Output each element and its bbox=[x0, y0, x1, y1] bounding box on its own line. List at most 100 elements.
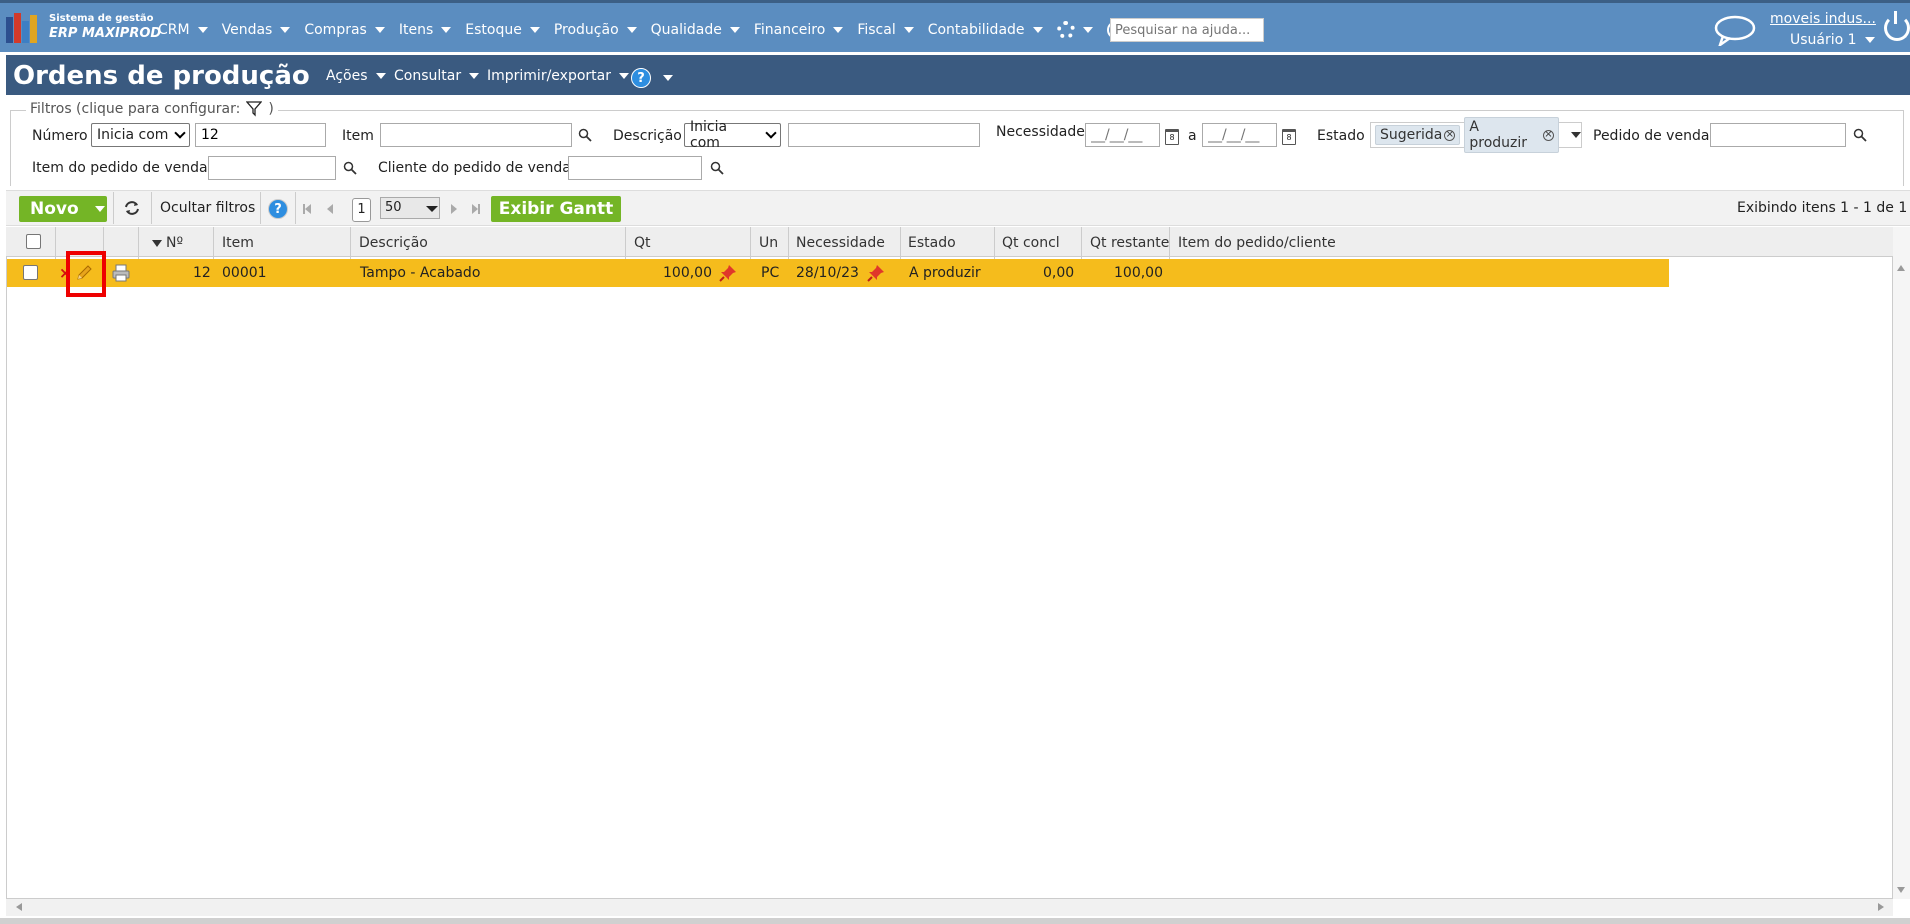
caret-down-icon bbox=[833, 27, 844, 33]
scroll-up-icon[interactable] bbox=[1897, 265, 1905, 271]
scroll-down-icon[interactable] bbox=[1897, 887, 1905, 893]
help-search-input[interactable] bbox=[1110, 18, 1264, 42]
remove-tag-icon[interactable]: × bbox=[1543, 129, 1554, 141]
nav-contabilidade[interactable]: Contabilidade bbox=[928, 22, 1043, 38]
nav-producao[interactable]: Produção bbox=[554, 22, 637, 38]
col-item-pedido-cliente[interactable]: Item do pedido/cliente bbox=[1178, 235, 1336, 251]
sort-desc-icon bbox=[152, 240, 162, 247]
descricao-mode-select[interactable]: Inicia com bbox=[684, 119, 781, 151]
col-qt-concl[interactable]: Qt concl bbox=[1002, 235, 1060, 251]
nav-label: Compras bbox=[304, 22, 367, 38]
novo-button[interactable]: Novo bbox=[19, 196, 107, 222]
necessidade-to-input[interactable] bbox=[1202, 123, 1277, 147]
top-nav-bar: Sistema de gestão ERP MAXIPROD CRM Venda… bbox=[0, 0, 1910, 52]
power-icon[interactable] bbox=[1884, 11, 1910, 41]
funnel-icon[interactable] bbox=[246, 101, 263, 117]
search-icon[interactable] bbox=[710, 161, 724, 175]
prev-page-icon[interactable] bbox=[327, 204, 333, 214]
col-numero[interactable]: Nº bbox=[166, 235, 183, 251]
pin-icon[interactable] bbox=[719, 264, 737, 282]
horizontal-scrollbar[interactable] bbox=[6, 899, 1893, 916]
brand-subtitle: Sistema de gestão bbox=[49, 13, 154, 24]
filters-legend[interactable]: Filtros (clique para configurar: ) bbox=[26, 101, 278, 117]
table-row[interactable]: × 12 00001 Tampo - Acabado 100,00 PC 28/… bbox=[7, 259, 1669, 287]
calendar-icon[interactable]: 8 bbox=[1282, 129, 1296, 145]
col-qt-restante[interactable]: Qt restante bbox=[1090, 235, 1169, 251]
page-number-input[interactable]: 1 bbox=[352, 198, 371, 222]
item-pedido-input[interactable] bbox=[208, 156, 336, 180]
col-qt[interactable]: Qt bbox=[634, 235, 651, 251]
caret-down-icon bbox=[375, 73, 386, 79]
nav-estoque[interactable]: Estoque bbox=[465, 22, 540, 38]
imprimir-exportar-menu[interactable]: Imprimir/exportar bbox=[487, 68, 629, 84]
user-menu[interactable]: Usuário 1 bbox=[1790, 32, 1875, 48]
row-checkbox[interactable] bbox=[23, 265, 38, 280]
select-value: Inicia com bbox=[97, 127, 169, 143]
caret-down-icon[interactable] bbox=[1571, 132, 1581, 138]
estado-tag[interactable]: A produzir × bbox=[1464, 117, 1559, 153]
search-icon[interactable] bbox=[343, 161, 357, 175]
select-all-checkbox[interactable] bbox=[26, 234, 41, 249]
calendar-icon[interactable]: 8 bbox=[1165, 129, 1179, 145]
first-page-icon[interactable] bbox=[305, 204, 311, 214]
search-icon[interactable] bbox=[1853, 128, 1867, 142]
nav-itens[interactable]: Itens bbox=[398, 22, 452, 38]
company-link[interactable]: moveis indus... bbox=[1770, 11, 1876, 27]
nav-financeiro[interactable]: Financeiro bbox=[754, 22, 844, 38]
scroll-right-icon[interactable] bbox=[1878, 903, 1884, 911]
caret-down-icon bbox=[626, 27, 637, 33]
numero-input[interactable] bbox=[195, 123, 326, 147]
col-item[interactable]: Item bbox=[222, 235, 254, 251]
cell-qt: 100,00 bbox=[663, 265, 712, 281]
settings-menu[interactable] bbox=[1056, 21, 1093, 39]
estado-multiselect[interactable]: Sugerida × A produzir × bbox=[1370, 117, 1582, 153]
nav-crm[interactable]: CRM bbox=[158, 22, 208, 38]
consultar-menu[interactable]: Consultar bbox=[394, 68, 480, 84]
col-un[interactable]: Un bbox=[759, 235, 778, 251]
necessidade-from-input[interactable] bbox=[1085, 123, 1160, 147]
caret-down-icon bbox=[197, 27, 208, 33]
ocultar-filtros-button[interactable]: Ocultar filtros bbox=[160, 200, 255, 216]
pedido-venda-input[interactable] bbox=[1710, 123, 1846, 147]
caret-down-icon bbox=[469, 73, 480, 79]
search-icon[interactable] bbox=[578, 128, 592, 142]
caret-down-icon bbox=[1032, 27, 1043, 33]
erp-logo-icon[interactable] bbox=[6, 13, 42, 43]
refresh-icon[interactable] bbox=[123, 200, 141, 216]
button-label: Novo bbox=[30, 199, 79, 219]
col-descricao[interactable]: Descrição bbox=[359, 235, 428, 251]
menu-label: Ações bbox=[326, 68, 368, 84]
vertical-scrollbar[interactable] bbox=[1893, 227, 1910, 899]
cell-necessidade: 28/10/23 bbox=[796, 265, 859, 281]
nav-compras[interactable]: Compras bbox=[304, 22, 385, 38]
caret-down-icon[interactable] bbox=[94, 206, 105, 212]
col-necessidade[interactable]: Necessidade bbox=[796, 235, 885, 251]
remove-tag-icon[interactable]: × bbox=[1444, 129, 1456, 141]
caret-down-icon bbox=[903, 27, 914, 33]
page-help-menu[interactable]: ? bbox=[631, 68, 673, 88]
nav-fiscal[interactable]: Fiscal bbox=[857, 22, 914, 38]
estado-tag[interactable]: Sugerida × bbox=[1375, 125, 1461, 145]
acoes-menu[interactable]: Ações bbox=[326, 68, 386, 84]
nav-qualidade[interactable]: Qualidade bbox=[651, 22, 740, 38]
exibir-gantt-button[interactable]: Exibir Gantt bbox=[491, 196, 621, 222]
tag-label: Sugerida bbox=[1380, 127, 1443, 143]
help-icon[interactable]: ? bbox=[268, 199, 288, 219]
scroll-left-icon[interactable] bbox=[16, 903, 22, 911]
descricao-input[interactable] bbox=[788, 123, 980, 147]
chat-bubble-icon[interactable] bbox=[1713, 14, 1757, 46]
printer-icon[interactable] bbox=[111, 263, 131, 283]
cliente-pedido-input[interactable] bbox=[568, 156, 702, 180]
gear-icon bbox=[1056, 21, 1075, 39]
pin-icon[interactable] bbox=[867, 264, 885, 282]
col-estado[interactable]: Estado bbox=[908, 235, 956, 251]
nav-vendas[interactable]: Vendas bbox=[222, 22, 291, 38]
caret-down-icon[interactable] bbox=[426, 206, 438, 212]
caret-down-icon bbox=[441, 27, 452, 33]
nav-label: Itens bbox=[398, 22, 434, 38]
last-page-icon[interactable] bbox=[478, 204, 480, 214]
next-page-icon[interactable] bbox=[451, 204, 457, 214]
item-input[interactable] bbox=[380, 123, 572, 147]
numero-mode-select[interactable]: Inicia com bbox=[91, 123, 190, 147]
toolbar-divider bbox=[151, 192, 152, 224]
